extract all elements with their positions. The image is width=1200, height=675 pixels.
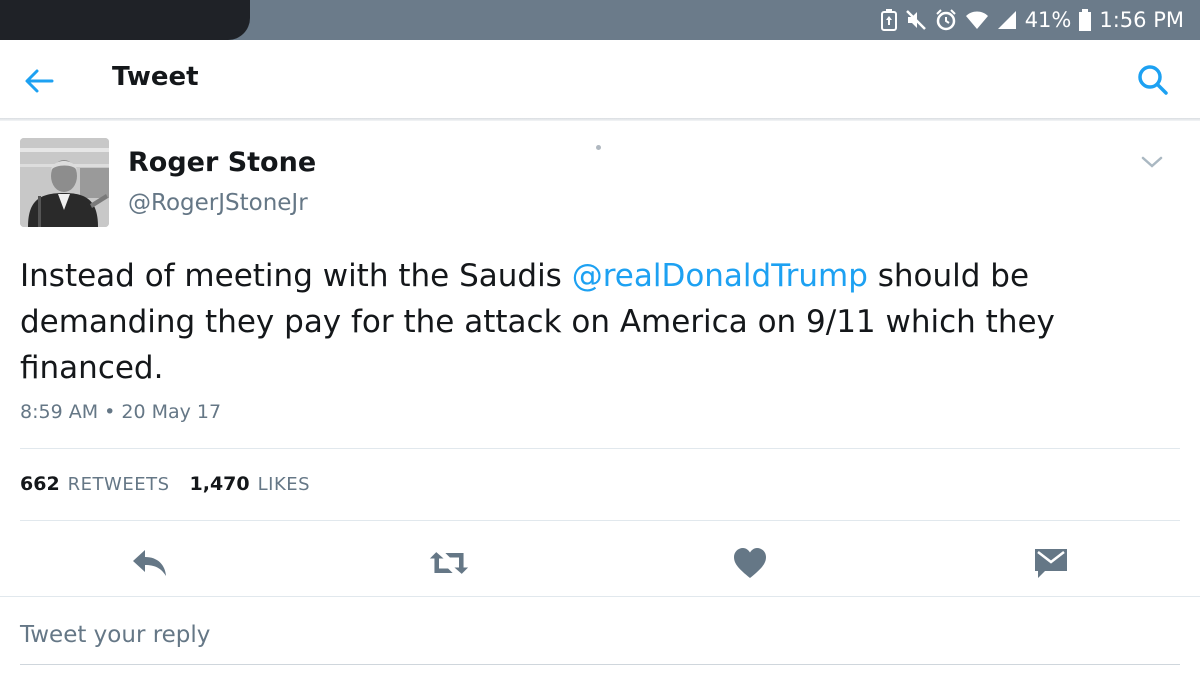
wifi-icon: [965, 11, 988, 29]
alarm-icon: [935, 9, 956, 31]
tweet-timestamp: 8:59 AM • 20 May 17: [20, 401, 222, 423]
divider: [20, 448, 1180, 449]
battery-saver-icon: [880, 9, 897, 31]
user-handle[interactable]: @RogerJStoneJr: [128, 190, 308, 216]
tweet-text: Instead of meeting with the Saudis @real…: [20, 253, 1180, 391]
status-icons: 41% 1:56 PM: [880, 0, 1184, 40]
status-bar-pill: [0, 0, 250, 40]
clock: 1:56 PM: [1099, 8, 1184, 32]
signal-icon: [997, 11, 1016, 29]
divider: [20, 520, 1180, 521]
battery-percent: 41%: [1024, 8, 1072, 32]
status-bar: 41% 1:56 PM: [0, 0, 1200, 40]
tweet-stats: 662 RETWEETS 1,470 LIKES: [20, 473, 310, 495]
retweet-button[interactable]: [429, 545, 469, 581]
reply-icon: [133, 550, 166, 576]
more-options-button[interactable]: [1138, 152, 1166, 172]
display-name[interactable]: Roger Stone: [128, 147, 316, 178]
app-bar: Tweet: [0, 40, 1200, 118]
arrow-left-icon: [25, 69, 54, 93]
chevron-down-icon: [1141, 156, 1163, 168]
likes-label[interactable]: LIKES: [258, 474, 310, 495]
divider: [0, 596, 1200, 597]
likes-count[interactable]: 1,470: [190, 473, 250, 495]
app-bar-shadow: [0, 118, 1200, 121]
heart-icon: [734, 548, 766, 578]
search-button[interactable]: [1135, 62, 1171, 98]
tweet-text-start: Instead of meeting with the Saudis: [20, 258, 572, 294]
avatar-photo: [20, 138, 109, 227]
reply-button[interactable]: [130, 545, 170, 581]
retweets-count[interactable]: 662: [20, 473, 60, 495]
direct-message-icon: [1035, 549, 1067, 578]
reply-underline: [20, 664, 1180, 665]
mute-icon: [905, 10, 926, 30]
direct-message-button[interactable]: [1031, 545, 1071, 581]
back-button[interactable]: [22, 64, 56, 98]
battery-icon: [1079, 9, 1092, 31]
page-title: Tweet: [112, 62, 199, 92]
decorative-dot: [596, 145, 601, 150]
reply-input[interactable]: Tweet your reply: [20, 622, 210, 648]
avatar[interactable]: [20, 138, 109, 227]
retweet-icon: [429, 552, 469, 574]
mention-link[interactable]: @realDonaldTrump: [572, 258, 868, 294]
retweets-label[interactable]: RETWEETS: [68, 474, 170, 495]
like-button[interactable]: [730, 545, 770, 581]
search-icon: [1138, 65, 1168, 95]
